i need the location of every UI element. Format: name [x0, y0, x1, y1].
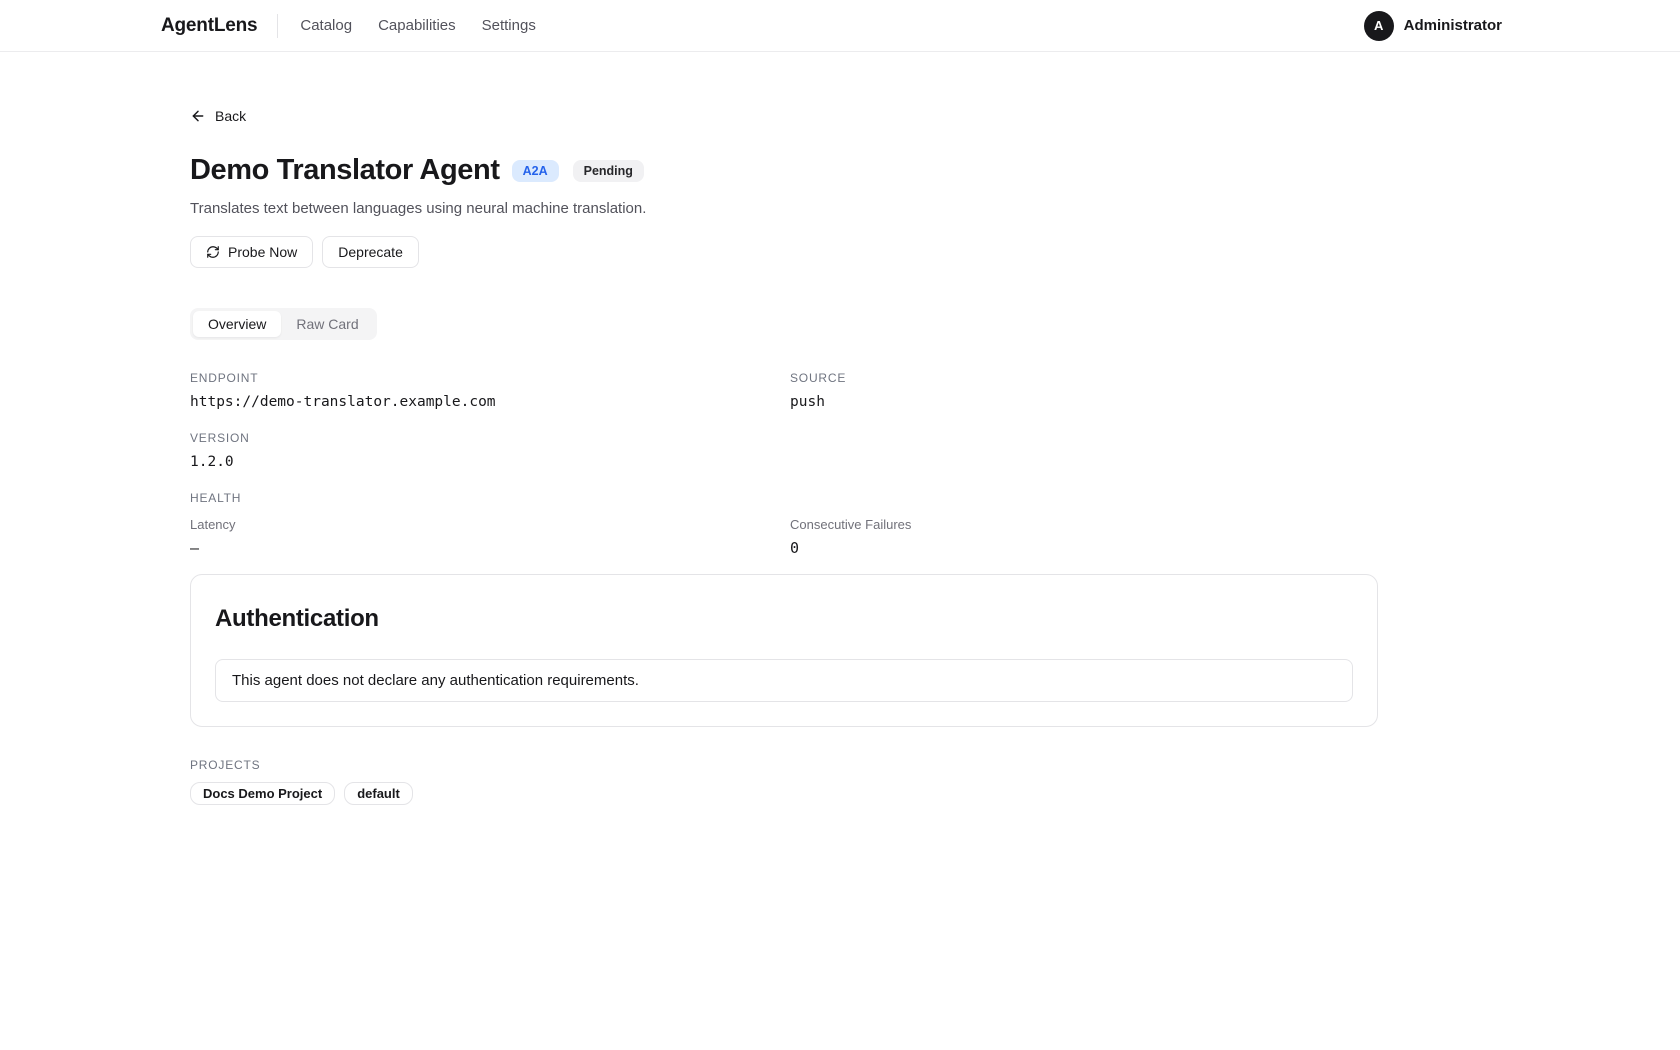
nav-divider [277, 14, 278, 38]
back-button[interactable]: Back [190, 108, 246, 124]
page-title: Demo Translator Agent [190, 154, 500, 187]
avatar: A [1364, 11, 1394, 41]
health-section: HEALTH Latency — Consecutive Failures 0 [190, 491, 1378, 557]
consecutive-failures-label: Consecutive Failures [790, 517, 1378, 532]
source-field: SOURCE push [790, 371, 1378, 410]
authentication-empty-message: This agent does not declare any authenti… [215, 659, 1353, 702]
nav-item-capabilities[interactable]: Capabilities [378, 17, 456, 34]
version-label: VERSION [190, 431, 1378, 445]
health-label: HEALTH [190, 491, 1378, 505]
main-content: Back Demo Translator Agent A2A Pending T… [0, 52, 1378, 805]
agent-details: ENDPOINT https://demo-translator.example… [190, 371, 1378, 557]
user-name: Administrator [1404, 17, 1502, 34]
latency-label: Latency [190, 517, 778, 532]
agent-description: Translates text between languages using … [190, 200, 1378, 217]
project-chips: Docs Demo Project default [190, 782, 1378, 805]
main-nav: Catalog Capabilities Settings [300, 17, 535, 34]
endpoint-value: https://demo-translator.example.com [190, 394, 778, 410]
tab-overview[interactable]: Overview [193, 311, 281, 337]
nav-item-settings[interactable]: Settings [482, 17, 536, 34]
arrow-left-icon [190, 108, 206, 124]
endpoint-label: ENDPOINT [190, 371, 778, 385]
protocol-badge: A2A [512, 160, 559, 182]
deprecate-button[interactable]: Deprecate [322, 236, 419, 268]
topbar-left: AgentLens Catalog Capabilities Settings [161, 14, 536, 38]
consecutive-failures-field: Consecutive Failures 0 [790, 517, 1378, 557]
refresh-icon [206, 245, 220, 259]
version-value: 1.2.0 [190, 454, 1378, 470]
authentication-card: Authentication This agent does not decla… [190, 574, 1378, 727]
deprecate-label: Deprecate [338, 244, 403, 260]
probe-now-label: Probe Now [228, 244, 297, 260]
consecutive-failures-value: 0 [790, 539, 1378, 557]
endpoint-field: ENDPOINT https://demo-translator.example… [190, 371, 778, 410]
brand-logo[interactable]: AgentLens [161, 15, 257, 37]
source-label: SOURCE [790, 371, 1378, 385]
probe-now-button[interactable]: Probe Now [190, 236, 313, 268]
authentication-title: Authentication [215, 605, 1353, 633]
projects-section: PROJECTS Docs Demo Project default [190, 758, 1378, 805]
status-badge: Pending [573, 160, 644, 182]
view-tabs: Overview Raw Card [190, 308, 377, 340]
tab-raw-card[interactable]: Raw Card [281, 311, 373, 337]
source-value: push [790, 394, 1378, 410]
user-menu[interactable]: A Administrator [1364, 11, 1502, 41]
project-chip-docs-demo[interactable]: Docs Demo Project [190, 782, 335, 805]
action-buttons: Probe Now Deprecate [190, 236, 1378, 268]
latency-value: — [190, 539, 778, 557]
title-row: Demo Translator Agent A2A Pending [190, 154, 1378, 187]
projects-label: PROJECTS [190, 758, 1378, 772]
top-navigation-bar: AgentLens Catalog Capabilities Settings … [0, 0, 1680, 52]
latency-field: Latency — [190, 517, 778, 557]
version-field: VERSION 1.2.0 [190, 431, 1378, 470]
nav-item-catalog[interactable]: Catalog [300, 17, 352, 34]
project-chip-default[interactable]: default [344, 782, 413, 805]
back-label: Back [215, 108, 246, 124]
